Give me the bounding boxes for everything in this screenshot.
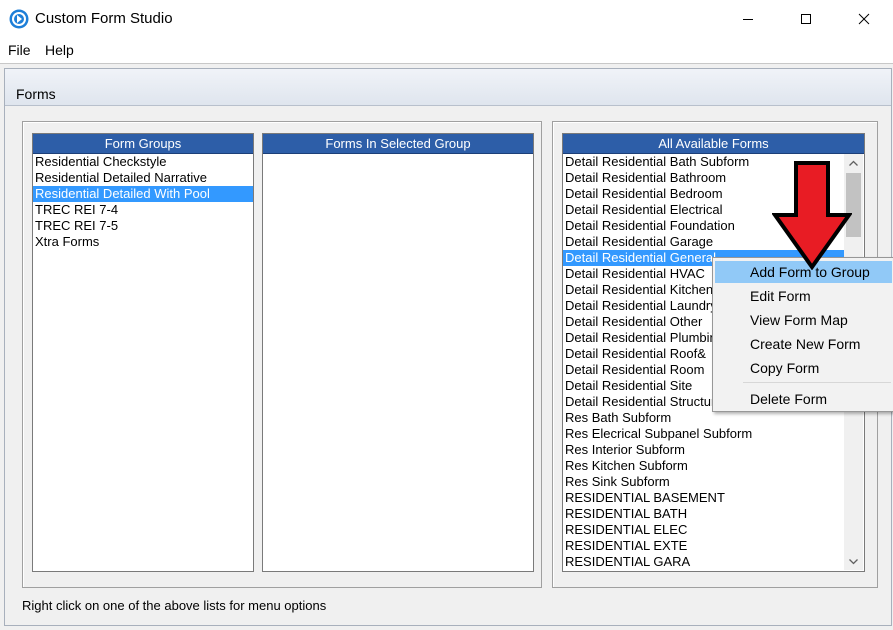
form-group-item[interactable]: TREC REI 7-5 — [33, 218, 253, 234]
forms-in-group-header: Forms In Selected Group — [263, 134, 533, 154]
available-form-item[interactable]: Res Bath Subform — [563, 410, 844, 426]
forms-in-group-list[interactable]: Forms In Selected Group — [262, 133, 534, 572]
close-icon — [858, 13, 870, 25]
minimize-icon — [743, 19, 753, 20]
ctx-create-new-form[interactable]: Create New Form — [715, 333, 892, 355]
form-group-item[interactable]: Residential Detailed Narrative — [33, 170, 253, 186]
available-form-item[interactable]: Res Sink Subform — [563, 474, 844, 490]
menu-bar: File Help — [0, 39, 893, 62]
available-form-item[interactable]: Res Interior Subform — [563, 442, 844, 458]
available-form-item[interactable]: RESIDENTIAL EXTE — [563, 538, 844, 554]
ctx-view-form-map[interactable]: View Form Map — [715, 309, 892, 331]
app-logo-icon[interactable] — [9, 9, 29, 29]
available-form-item[interactable]: RESIDENTIAL GARA — [563, 554, 844, 570]
form-group-item[interactable]: Xtra Forms — [33, 234, 253, 250]
red-down-arrow-icon — [772, 161, 852, 270]
all-forms-header: All Available Forms — [563, 134, 864, 154]
window-title: Custom Form Studio — [35, 10, 173, 27]
ctx-separator — [743, 382, 891, 383]
scroll-down-button[interactable] — [844, 553, 863, 570]
form-group-item[interactable]: Residential Detailed With Pool — [33, 186, 253, 202]
form-groups-header: Form Groups — [33, 134, 253, 154]
close-button[interactable] — [835, 0, 893, 38]
ctx-copy-form[interactable]: Copy Form — [715, 357, 892, 379]
status-hint: Right click on one of the above lists fo… — [22, 598, 327, 613]
available-form-item[interactable]: Res Elecrical Subpanel Subform — [563, 426, 844, 442]
form-groups-body: Residential Checkstyle Residential Detail… — [33, 154, 253, 250]
title-bar: Custom Form Studio — [0, 0, 893, 38]
chevron-down-icon — [849, 558, 858, 564]
form-group-item[interactable]: TREC REI 7-4 — [33, 202, 253, 218]
available-form-item[interactable]: RESIDENTIAL BATH — [563, 506, 844, 522]
ctx-edit-form[interactable]: Edit Form — [715, 285, 892, 307]
maximize-icon — [801, 14, 811, 24]
minimize-button[interactable] — [719, 0, 777, 38]
available-form-item[interactable]: RESIDENTIAL BASEMENT — [563, 490, 844, 506]
available-form-item[interactable]: RESIDENTIAL ELEC — [563, 522, 844, 538]
form-groups-list[interactable]: Form Groups Residential Checkstyle Reside… — [32, 133, 254, 572]
ctx-delete-form[interactable]: Delete Form — [715, 388, 892, 410]
context-menu: Add Form to Group Edit Form View Form Ma… — [712, 257, 893, 412]
forms-header: Forms — [5, 69, 891, 106]
maximize-button[interactable] — [777, 0, 835, 38]
forms-title: Forms — [16, 86, 56, 102]
available-form-item[interactable]: Res Kitchen Subform — [563, 458, 844, 474]
form-group-item[interactable]: Residential Checkstyle — [33, 154, 253, 170]
menu-help[interactable]: Help — [45, 42, 74, 58]
menu-file[interactable]: File — [8, 42, 31, 58]
